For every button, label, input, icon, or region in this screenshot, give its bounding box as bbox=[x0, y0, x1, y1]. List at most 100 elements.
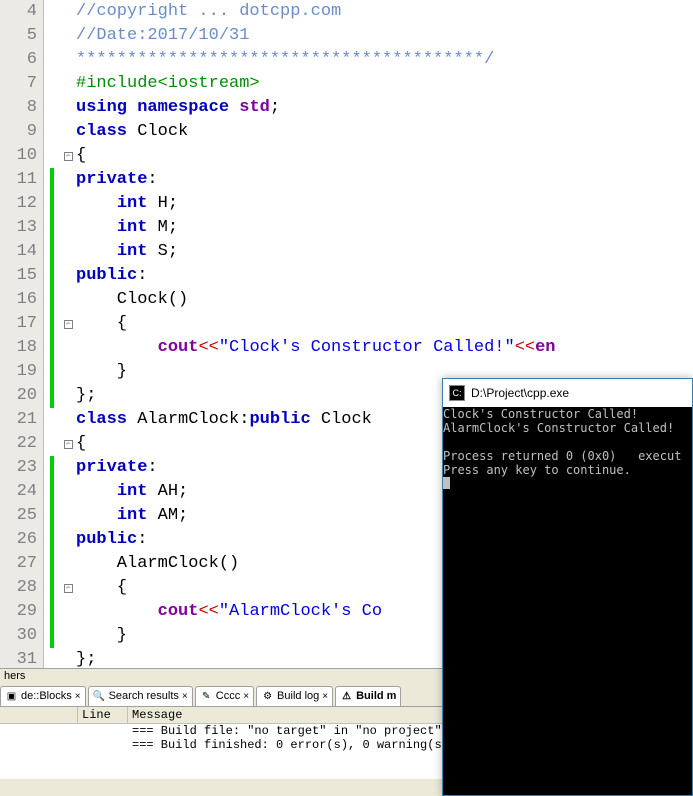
line-number: 16 bbox=[0, 288, 37, 312]
code-line[interactable]: { bbox=[76, 312, 693, 336]
fold-toggle bbox=[60, 0, 76, 24]
console-output: Clock's Constructor Called! AlarmClock's… bbox=[443, 407, 692, 795]
console-cursor bbox=[443, 477, 450, 489]
log-header-file[interactable] bbox=[0, 707, 78, 723]
code-line[interactable]: public: bbox=[76, 264, 693, 288]
line-number: 27 bbox=[0, 552, 37, 576]
fold-toggle[interactable]: − bbox=[60, 144, 76, 168]
tab-label: Search results bbox=[109, 690, 179, 702]
fold-toggle bbox=[60, 288, 76, 312]
line-number: 20 bbox=[0, 384, 37, 408]
change-marker bbox=[44, 0, 60, 24]
fold-toggle[interactable]: − bbox=[60, 312, 76, 336]
code-line[interactable]: ****************************************… bbox=[76, 48, 693, 72]
fold-toggle bbox=[60, 216, 76, 240]
line-number: 9 bbox=[0, 120, 37, 144]
line-number: 4 bbox=[0, 0, 37, 24]
line-number: 8 bbox=[0, 96, 37, 120]
line-number: 26 bbox=[0, 528, 37, 552]
fold-toggle bbox=[60, 552, 76, 576]
line-number: 22 bbox=[0, 432, 37, 456]
line-number: 29 bbox=[0, 600, 37, 624]
console-titlebar[interactable]: C: D:\Project\cpp.exe bbox=[443, 379, 692, 407]
code-line[interactable]: //copyright ... dotcpp.com bbox=[76, 0, 693, 24]
line-number: 5 bbox=[0, 24, 37, 48]
fold-toggle[interactable]: − bbox=[60, 576, 76, 600]
line-number: 13 bbox=[0, 216, 37, 240]
line-number: 31 bbox=[0, 648, 37, 672]
change-marker bbox=[44, 48, 60, 72]
warn-icon: ⚠ bbox=[340, 690, 353, 703]
change-marker bbox=[44, 96, 60, 120]
tab-label: Build m bbox=[356, 690, 396, 702]
line-number: 15 bbox=[0, 264, 37, 288]
line-number: 11 bbox=[0, 168, 37, 192]
fold-toggle bbox=[60, 192, 76, 216]
line-number: 30 bbox=[0, 624, 37, 648]
line-number-gutter: 4567891011121314151617181920212223242526… bbox=[0, 0, 44, 668]
fold-toggle bbox=[60, 504, 76, 528]
edit-icon: ✎ bbox=[200, 690, 213, 703]
close-icon[interactable]: × bbox=[243, 691, 249, 702]
fold-column[interactable]: − − − − bbox=[60, 0, 76, 668]
tab-label: Cccc bbox=[216, 690, 240, 702]
fold-toggle bbox=[60, 384, 76, 408]
tab-de-blocks[interactable]: ▣de::Blocks× bbox=[0, 686, 86, 706]
code-line[interactable]: //Date:2017/10/31 bbox=[76, 24, 693, 48]
fold-toggle bbox=[60, 648, 76, 672]
line-number: 17 bbox=[0, 312, 37, 336]
code-line[interactable]: private: bbox=[76, 168, 693, 192]
tab-build-log[interactable]: ⚙Build log× bbox=[256, 686, 333, 706]
tab-search-results[interactable]: 🔍Search results× bbox=[88, 686, 193, 706]
change-marker bbox=[44, 24, 60, 48]
fold-toggle bbox=[60, 240, 76, 264]
fold-toggle bbox=[60, 120, 76, 144]
gear-icon: ⚙ bbox=[261, 690, 274, 703]
code-line[interactable]: { bbox=[76, 144, 693, 168]
fold-toggle bbox=[60, 600, 76, 624]
console-window[interactable]: C: D:\Project\cpp.exe Clock's Constructo… bbox=[442, 378, 693, 796]
line-number: 14 bbox=[0, 240, 37, 264]
line-number: 21 bbox=[0, 408, 37, 432]
fold-toggle bbox=[60, 408, 76, 432]
fold-toggle bbox=[60, 168, 76, 192]
fold-toggle bbox=[60, 96, 76, 120]
change-marker bbox=[44, 120, 60, 144]
close-icon[interactable]: × bbox=[75, 691, 81, 702]
change-marker-column bbox=[44, 0, 60, 668]
change-marker bbox=[44, 408, 60, 432]
change-marker bbox=[44, 648, 60, 672]
fold-toggle[interactable]: − bbox=[60, 432, 76, 456]
log-header-line[interactable]: Line bbox=[78, 707, 128, 723]
code-line[interactable]: class Clock bbox=[76, 120, 693, 144]
close-icon[interactable]: × bbox=[182, 691, 188, 702]
tab-label: de::Blocks bbox=[21, 690, 72, 702]
console-icon: C: bbox=[449, 385, 465, 401]
fold-toggle bbox=[60, 48, 76, 72]
close-icon[interactable]: × bbox=[322, 691, 328, 702]
code-line[interactable]: using namespace std; bbox=[76, 96, 693, 120]
fold-toggle bbox=[60, 336, 76, 360]
line-number: 6 bbox=[0, 48, 37, 72]
change-marker bbox=[44, 144, 60, 168]
fold-toggle bbox=[60, 528, 76, 552]
code-line[interactable]: #include<iostream> bbox=[76, 72, 693, 96]
fold-toggle bbox=[60, 480, 76, 504]
tab-build-m[interactable]: ⚠Build m bbox=[335, 686, 401, 706]
code-line[interactable]: int S; bbox=[76, 240, 693, 264]
code-line[interactable]: Clock() bbox=[76, 288, 693, 312]
line-number: 28 bbox=[0, 576, 37, 600]
tab-cccc[interactable]: ✎Cccc× bbox=[195, 686, 254, 706]
line-number: 18 bbox=[0, 336, 37, 360]
line-number: 25 bbox=[0, 504, 37, 528]
line-number: 12 bbox=[0, 192, 37, 216]
line-number: 10 bbox=[0, 144, 37, 168]
fold-toggle bbox=[60, 24, 76, 48]
code-line[interactable]: int H; bbox=[76, 192, 693, 216]
code-line[interactable]: int M; bbox=[76, 216, 693, 240]
fold-toggle bbox=[60, 456, 76, 480]
line-number: 7 bbox=[0, 72, 37, 96]
change-marker bbox=[44, 432, 60, 456]
code-line[interactable]: cout<<"Clock's Constructor Called!"<<en bbox=[76, 336, 693, 360]
fold-toggle bbox=[60, 264, 76, 288]
